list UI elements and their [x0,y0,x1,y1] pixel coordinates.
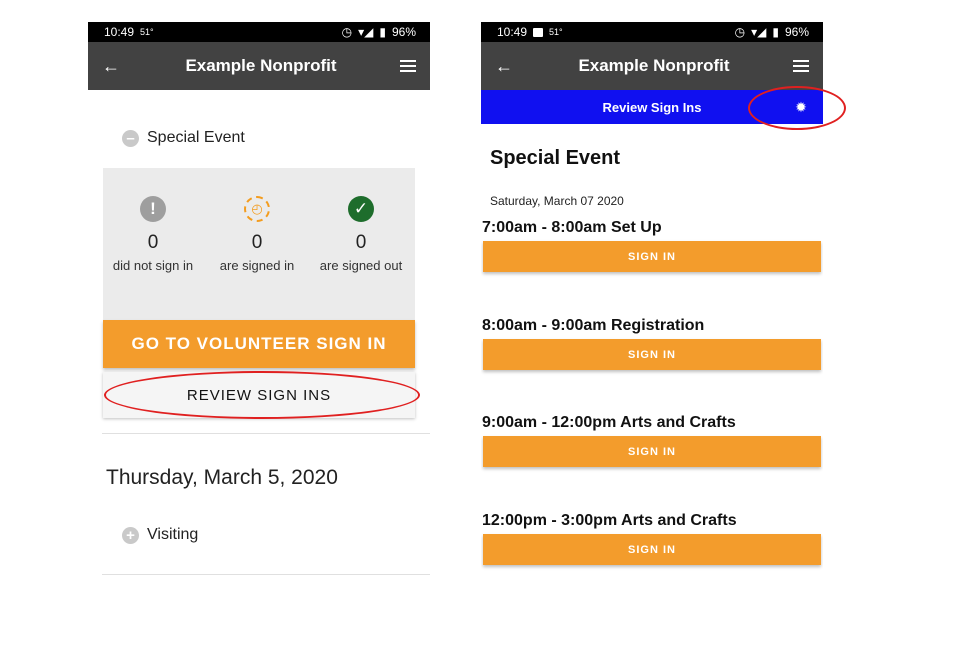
gear-icon[interactable]: ✹ [793,99,809,115]
stat-count: 0 [147,232,159,253]
stat-count: 0 [355,232,367,253]
expand-icon[interactable]: + [122,526,139,544]
stat-signed-in: ◴ 0 are signed in [207,196,307,274]
stat-label: did not sign in [112,258,194,273]
visiting-section[interactable]: + Visiting [122,526,198,544]
event-title: Special Event [490,147,621,169]
battery-level: 96% [391,25,416,39]
image-notification-icon [533,27,544,37]
stat-did-not-sign-in: ! 0 did not sign in [103,196,203,274]
stat-label: are signed out [319,258,403,273]
slot-title: 7:00am - 8:00am Set Up [482,219,662,236]
status-temp: 51° [549,27,563,37]
back-arrow-icon[interactable]: ← [495,56,515,77]
clock-icon: ◴ [244,196,270,222]
special-event-section[interactable]: – Special Event [122,129,245,147]
battery-icon: ▮ [379,25,386,39]
slot-title: 12:00pm - 3:00pm Arts and Crafts [482,512,737,529]
alarm-icon: ◷ [341,25,353,39]
app-bar: ← Example Nonprofit [481,42,823,90]
sign-in-button[interactable]: SIGN IN [483,436,821,467]
back-arrow-icon[interactable]: ← [102,56,122,77]
signal-icon: ▾◢ [751,25,767,39]
sign-in-button[interactable]: SIGN IN [483,339,821,370]
status-bar: 10:49 51° ◷ ▾◢ ▮ 96% [88,22,430,42]
divider [102,433,430,434]
left-phone-screen: 10:49 51° ◷ ▾◢ ▮ 96% ← Example Nonprofit… [88,22,430,622]
signin-stats-panel: ! 0 did not sign in ◴ 0 are signed in ✓ … [103,168,415,320]
status-time: 10:49 [104,25,135,39]
divider [102,574,430,575]
review-sign-ins-button[interactable]: REVIEW SIGN INS [103,372,415,418]
stat-signed-out: ✓ 0 are signed out [311,196,411,274]
go-to-volunteer-sign-in-button[interactable]: GO TO VOLUNTEER SIGN IN [103,320,415,368]
slot-title: 9:00am - 12:00pm Arts and Crafts [482,414,736,431]
visiting-label: Visiting [147,526,199,543]
special-event-label: Special Event [147,129,245,146]
slot-title: 8:00am - 9:00am Registration [482,317,705,334]
stat-count: 0 [251,232,263,253]
alarm-icon: ◷ [734,25,746,39]
event-date: Saturday, March 07 2020 [490,194,624,208]
review-bar-title: Review Sign Ins [602,99,702,115]
review-sign-ins-bar: Review Sign Ins ✹ [481,90,823,124]
battery-level: 96% [784,25,809,39]
battery-icon: ▮ [772,25,779,39]
status-temp: 51° [140,27,154,37]
stat-label: are signed in [219,258,295,273]
app-title: Example Nonprofit [185,56,337,75]
sign-in-button[interactable]: SIGN IN [483,534,821,565]
status-bar: 10:49 51° ◷ ▾◢ ▮ 96% [481,22,823,42]
app-bar: ← Example Nonprofit [88,42,430,90]
check-icon: ✓ [348,196,374,222]
right-phone-screen: 10:49 51° ◷ ▾◢ ▮ 96% ← Example Nonprofit… [481,22,823,622]
alert-icon: ! [140,196,166,222]
signal-icon: ▾◢ [358,25,374,39]
date-heading: Thursday, March 5, 2020 [106,466,338,489]
sign-in-button[interactable]: SIGN IN [483,241,821,272]
app-title: Example Nonprofit [578,56,730,75]
menu-icon[interactable] [793,60,809,72]
menu-icon[interactable] [400,60,416,72]
status-time: 10:49 [497,25,528,39]
collapse-icon[interactable]: – [122,129,139,147]
